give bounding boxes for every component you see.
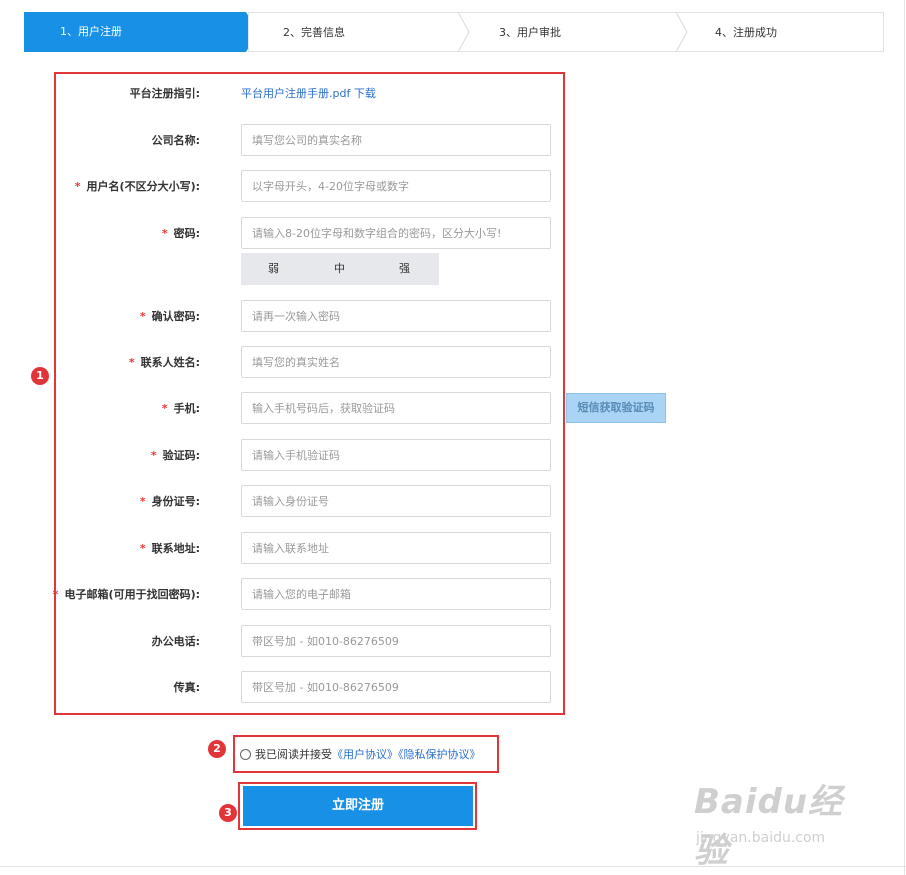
password-strength-meter: 弱 中 强 [241,253,439,285]
company-label-text: 公司名称: [151,134,200,147]
required-mark: * [161,402,168,415]
fax-label: 传真: [174,671,200,705]
password-row: * 密码: [60,217,560,251]
id-number-label-text: 身份证号: [151,495,200,508]
privacy-agreement-link[interactable]: 《隐私保护协议》 [398,748,481,761]
password-input[interactable] [241,217,551,249]
step-4-label: 4、注册成功 [715,26,777,39]
required-mark: * [150,449,157,462]
office-phone-label-text: 办公电话: [151,635,200,648]
strength-strong: 强 [399,262,410,275]
annotation-badge-2: 2 [208,740,226,758]
agree-radio[interactable] [240,749,251,760]
contact-name-row: * 联系人姓名: [60,346,560,380]
step-track: 2、完善信息 3、用户审批 4、注册成功 [248,12,884,52]
id-number-row: * 身份证号: [60,485,560,519]
step-1-label: 1、用户注册 [60,25,122,38]
contact-name-input[interactable] [241,346,551,378]
required-mark: * [74,180,81,193]
manual-download-link[interactable]: 平台用户注册手册.pdf 下载 [241,77,376,111]
annotation-badge-1: 1 [31,367,49,385]
mobile-row: * 手机: [60,392,560,426]
contact-name-label-text: 联系人姓名: [140,356,200,369]
fax-label-text: 传真: [173,681,200,694]
address-label: * 联系地址: [140,532,200,566]
password-label-text: 密码: [173,227,200,240]
email-label-text: 电子邮箱(可用于找回密码): [64,588,200,601]
username-row: * 用户名(不区分大小写): [60,170,560,204]
mobile-input[interactable] [241,392,551,424]
step-progress-bar: 1、用户注册 2、完善信息 3、用户审批 4、注册成功 [24,12,884,52]
agreement-text: 我已阅读并接受 [255,748,332,761]
password-label: * 密码: [162,217,200,251]
agreement-row: 我已阅读并接受《用户协议》《隐私保护协议》 [240,745,481,765]
fax-row: 传真: [60,671,560,705]
mobile-label: * 手机: [162,392,200,426]
guide-row: 平台注册指引: 平台用户注册手册.pdf 下载 [60,77,560,111]
annotation-badge-3: 3 [219,804,237,822]
register-submit-button[interactable]: 立即注册 [243,786,473,826]
required-mark: * [161,227,168,240]
email-input[interactable] [241,578,551,610]
address-row: * 联系地址: [60,532,560,566]
email-row: * 电子邮箱(可用于找回密码): [53,578,560,612]
username-label: * 用户名(不区分大小写): [75,170,200,204]
verification-code-input[interactable] [241,439,551,471]
step-2-label: 2、完善信息 [283,26,345,39]
id-number-input[interactable] [241,485,551,517]
required-mark: * [128,356,135,369]
contact-name-label: * 联系人姓名: [129,346,200,380]
strength-weak: 弱 [268,262,279,275]
office-phone-input[interactable] [241,625,551,657]
id-number-label: * 身份证号: [140,485,200,519]
guide-label: 平台注册指引: [129,87,200,100]
code-label: * 验证码: [151,439,200,473]
step-1-active: 1、用户注册 [24,12,258,52]
code-label-text: 验证码: [162,449,200,462]
code-row: * 验证码: [60,439,560,473]
address-label-text: 联系地址: [151,542,200,555]
company-name-input[interactable] [241,124,551,156]
required-mark: * [52,588,59,601]
sms-code-button[interactable]: 短信获取验证码 [566,393,666,423]
username-label-text: 用户名(不区分大小写): [86,180,200,193]
required-mark: * [139,310,146,323]
step-separator-icon [675,12,688,52]
required-mark: * [139,495,146,508]
company-label: 公司名称: [152,124,200,158]
confirm-password-input[interactable] [241,300,551,332]
strength-medium: 中 [334,262,345,275]
mobile-label-text: 手机: [173,402,200,415]
fax-input[interactable] [241,671,551,703]
watermark-main-text: Baidu经验 [694,782,844,871]
baidu-watermark-logo: Baidu经验 jingyan.baidu.com [694,774,864,871]
username-input[interactable] [241,170,551,202]
confirm-password-label-text: 确认密码: [151,310,200,323]
user-agreement-link[interactable]: 《用户协议》 [332,748,398,761]
office-phone-label: 办公电话: [152,625,200,659]
step-separator-icon [457,12,470,52]
office-phone-row: 办公电话: [60,625,560,659]
address-input[interactable] [241,532,551,564]
step-3-label: 3、用户审批 [499,26,561,39]
confirm-password-row: * 确认密码: [60,300,560,334]
company-row: 公司名称: [60,124,560,158]
confirm-password-label: * 确认密码: [140,300,200,334]
watermark-sub-text: jingyan.baidu.com [696,830,826,846]
required-mark: * [139,542,146,555]
email-label: * 电子邮箱(可用于找回密码): [53,578,200,612]
frame-border-right [904,0,905,875]
